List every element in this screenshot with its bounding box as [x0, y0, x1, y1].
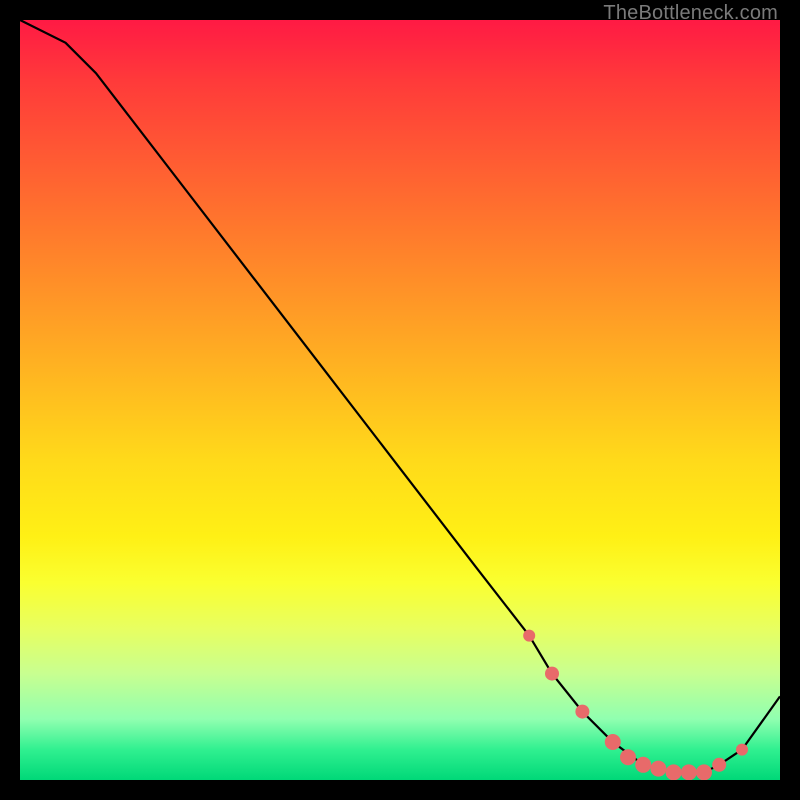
- marker-dot: [605, 734, 621, 750]
- marker-dot: [696, 764, 712, 780]
- attribution-text: TheBottleneck.com: [603, 2, 778, 25]
- marker-dot: [736, 744, 748, 756]
- marker-dot: [620, 749, 636, 765]
- marker-dot: [545, 667, 559, 681]
- marker-dot: [635, 757, 651, 773]
- chart-plot-area: [20, 20, 780, 780]
- bottleneck-curve-line: [20, 20, 780, 772]
- chart-svg: [20, 20, 780, 780]
- highlight-markers: [523, 630, 748, 780]
- marker-dot: [523, 630, 535, 642]
- marker-dot: [575, 705, 589, 719]
- marker-dot: [650, 761, 666, 777]
- marker-dot: [712, 758, 726, 772]
- marker-dot: [666, 764, 682, 780]
- marker-dot: [681, 764, 697, 780]
